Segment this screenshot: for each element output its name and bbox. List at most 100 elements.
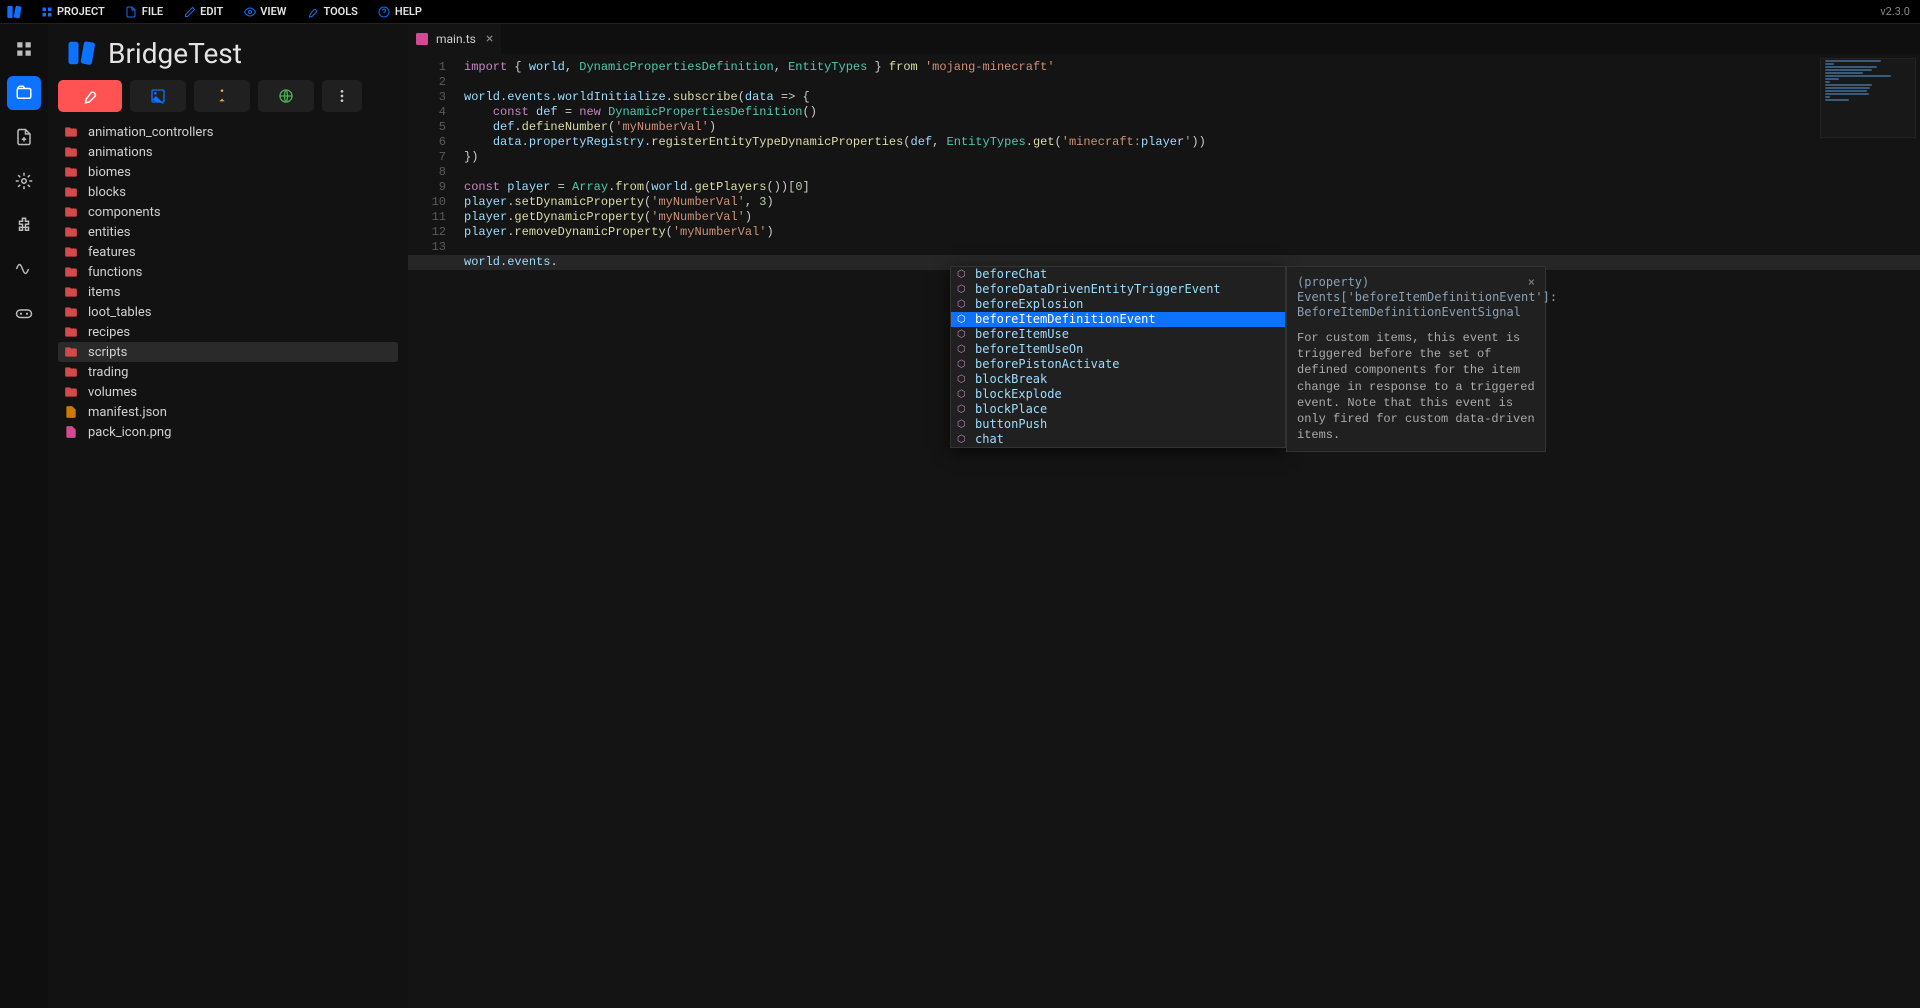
- tree-item-label: recipes: [88, 325, 130, 340]
- autocomplete-item[interactable]: ⬡beforeItemDefinitionEvent: [951, 312, 1285, 327]
- code-line: data.propertyRegistry.registerEntityType…: [464, 135, 1810, 150]
- build-button[interactable]: [58, 80, 122, 112]
- code-line: player.setDynamicProperty('myNumberVal',…: [464, 195, 1810, 210]
- folder-icon: [64, 125, 80, 139]
- code-line: [464, 240, 1810, 255]
- rail-wave[interactable]: [7, 252, 41, 286]
- autocomplete-item[interactable]: ⬡blockExplode: [951, 387, 1285, 402]
- tree-item-entities[interactable]: entities: [58, 222, 398, 242]
- menu-edit[interactable]: EDIT: [173, 3, 233, 20]
- tab-close-icon[interactable]: ×: [486, 31, 493, 47]
- autocomplete-label: beforeChat: [975, 267, 1047, 282]
- project-logo-icon: [64, 36, 98, 70]
- folder-icon: [64, 185, 80, 199]
- rail-folder[interactable]: [7, 76, 41, 110]
- minimap[interactable]: [1820, 58, 1916, 138]
- line-gutter: 1234567891011121314: [408, 54, 454, 270]
- autocomplete-label: blockPlace: [975, 402, 1047, 417]
- image-button[interactable]: [130, 80, 186, 112]
- file-icon: [125, 5, 138, 18]
- tree-item-scripts[interactable]: scripts: [58, 342, 398, 362]
- autocomplete-item[interactable]: ⬡beforeChat: [951, 267, 1285, 282]
- autocomplete-popup[interactable]: ⬡beforeChat⬡beforeDataDrivenEntityTrigge…: [950, 266, 1286, 448]
- editor-area: main.ts × 1234567891011121314 import { w…: [408, 24, 1920, 1008]
- property-icon: ⬡: [957, 282, 969, 297]
- menu-label: PROJECT: [57, 5, 105, 18]
- folder-icon: [64, 365, 80, 379]
- menu-tools[interactable]: TOOLS: [296, 3, 367, 20]
- documentation-popup: (property) Events['beforeItemDefinitionE…: [1286, 266, 1546, 452]
- autocomplete-label: blockExplode: [975, 387, 1062, 402]
- folder-icon: [64, 225, 80, 239]
- folder-icon: [64, 145, 80, 159]
- tree-item-label: blocks: [88, 185, 126, 200]
- menu-help[interactable]: HELP: [368, 3, 432, 20]
- tree-item-volumes[interactable]: volumes: [58, 382, 398, 402]
- tree-item-pack_icon-png[interactable]: pack_icon.png: [58, 422, 398, 442]
- eye-icon: [243, 5, 256, 18]
- autocomplete-item[interactable]: ⬡beforePistonActivate: [951, 357, 1285, 372]
- rail-dashboard[interactable]: [7, 32, 41, 66]
- tree-item-loot_tables[interactable]: loot_tables: [58, 302, 398, 322]
- autocomplete-label: beforeItemDefinitionEvent: [975, 312, 1156, 327]
- autocomplete-item[interactable]: ⬡beforeExplosion: [951, 297, 1285, 312]
- settings-icon: [15, 172, 33, 190]
- tree-item-animations[interactable]: animations: [58, 142, 398, 162]
- rail-file-add[interactable]: [7, 120, 41, 154]
- menubar: PROJECTFILEEDITVIEWTOOLSHELP v2.3.0: [0, 0, 1920, 24]
- tree-item-recipes[interactable]: recipes: [58, 322, 398, 342]
- autocomplete-item[interactable]: ⬡ blockPlace: [951, 402, 1285, 417]
- autocomplete-label: beforeDataDrivenEntityTriggerEvent: [975, 282, 1221, 297]
- app-logo-icon: [4, 2, 24, 22]
- accessibility-button[interactable]: [194, 80, 250, 112]
- tree-item-label: animation_controllers: [88, 125, 213, 140]
- tree-item-label: loot_tables: [88, 305, 152, 320]
- tree-item-blocks[interactable]: blocks: [58, 182, 398, 202]
- tree-item-manifest-json[interactable]: manifest.json: [58, 402, 398, 422]
- extension-icon: [15, 216, 33, 234]
- tree-item-trading[interactable]: trading: [58, 362, 398, 382]
- controller-icon: [15, 304, 33, 322]
- autocomplete-item[interactable]: ⬡blockBreak: [951, 372, 1285, 387]
- autocomplete-item[interactable]: ⬡chat: [951, 432, 1285, 447]
- autocomplete-item[interactable]: ⬡ beforeDataDrivenEntityTriggerEvent: [951, 282, 1285, 297]
- menu-label: EDIT: [200, 5, 223, 18]
- rail-settings[interactable]: [7, 164, 41, 198]
- property-icon: ⬡: [957, 327, 969, 342]
- rail-controller[interactable]: [7, 296, 41, 330]
- rail-extension[interactable]: [7, 208, 41, 242]
- tab-main-ts[interactable]: main.ts ×: [408, 24, 501, 54]
- folder-icon: [64, 285, 80, 299]
- tree-item-functions[interactable]: functions: [58, 262, 398, 282]
- tree-item-features[interactable]: features: [58, 242, 398, 262]
- tree-item-items[interactable]: items: [58, 282, 398, 302]
- typescript-icon: [416, 33, 430, 45]
- sidebar: BridgeTest animation_controllers animatio…: [48, 24, 408, 1008]
- property-icon: ⬡: [957, 357, 969, 372]
- menu-project[interactable]: PROJECT: [30, 3, 115, 20]
- globe-button[interactable]: [258, 80, 314, 112]
- tree-item-label: functions: [88, 265, 142, 280]
- menu-view[interactable]: VIEW: [233, 3, 296, 20]
- doc-signature: (property) Events['beforeItemDefinitionE…: [1297, 275, 1535, 320]
- autocomplete-item[interactable]: ⬡beforeItemUse: [951, 327, 1285, 342]
- tree-item-biomes[interactable]: biomes: [58, 162, 398, 182]
- more-button[interactable]: [322, 80, 362, 112]
- wrench-icon: [306, 5, 319, 18]
- property-icon: ⬡: [957, 297, 969, 312]
- property-icon: ⬡: [957, 402, 969, 417]
- folder-icon: [64, 265, 80, 279]
- doc-close-icon[interactable]: ×: [1528, 275, 1535, 290]
- autocomplete-item[interactable]: ⬡buttonPush: [951, 417, 1285, 432]
- autocomplete-item[interactable]: ⬡beforeItemUseOn: [951, 342, 1285, 357]
- folder-icon: [64, 385, 80, 399]
- tree-item-animation_controllers[interactable]: animation_controllers: [58, 122, 398, 142]
- project-header: BridgeTest: [58, 32, 398, 80]
- tree-item-label: entities: [88, 225, 131, 240]
- code-line: const def = new DynamicPropertiesDefinit…: [464, 105, 1810, 120]
- tree-item-label: manifest.json: [88, 405, 167, 420]
- file-add-icon: [15, 128, 33, 146]
- menu-file[interactable]: FILE: [115, 3, 173, 20]
- code-editor[interactable]: 1234567891011121314 import { world, Dyna…: [408, 54, 1920, 1008]
- tree-item-components[interactable]: components: [58, 202, 398, 222]
